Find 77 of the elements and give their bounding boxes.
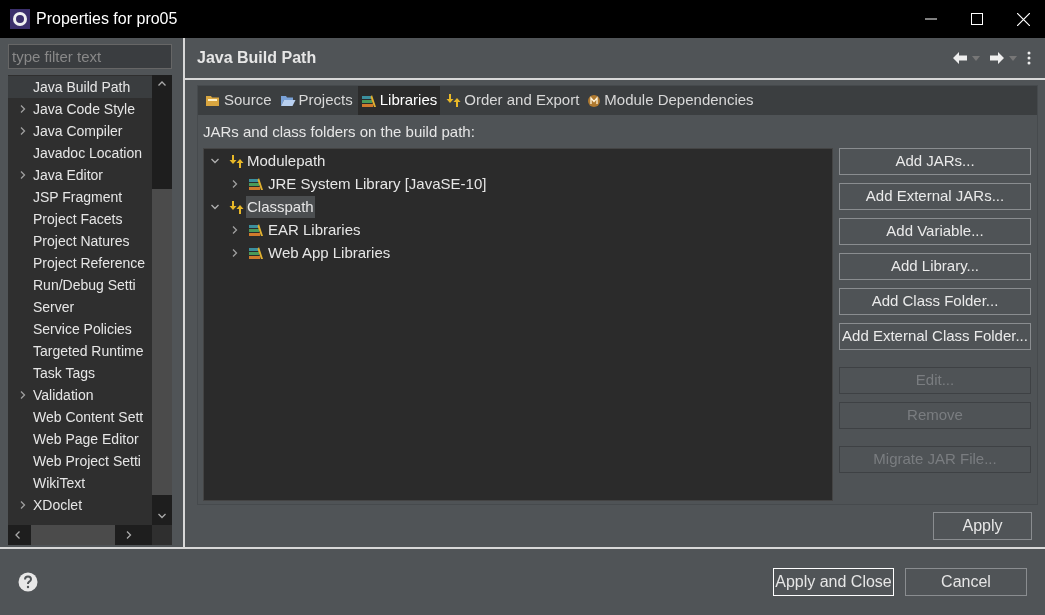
- tree-item[interactable]: Run/Debug Setti: [8, 274, 152, 296]
- open-folder-icon: [279, 94, 296, 107]
- tree-item[interactable]: EAR Libraries: [267, 218, 362, 242]
- tab[interactable]: Libraries: [357, 86, 441, 115]
- tree-caption: JARs and class folders on the build path:: [203, 122, 476, 142]
- expand-icon[interactable]: [230, 248, 240, 258]
- tree-item[interactable]: Project Natures: [8, 230, 152, 252]
- scroll-right-icon[interactable]: [124, 530, 134, 540]
- horizontal-scrollbar[interactable]: [8, 525, 152, 545]
- books-icon: [360, 93, 377, 108]
- action-button[interactable]: Add External JARs...: [839, 182, 1031, 210]
- back-icon[interactable]: [953, 52, 967, 64]
- folder-icon: [205, 94, 221, 107]
- collapse-icon[interactable]: [210, 202, 220, 212]
- action-button[interactable]: Add External Class Folder...: [839, 322, 1031, 350]
- tree-item[interactable]: Modulepath: [246, 149, 327, 173]
- collapse-icon[interactable]: [210, 156, 220, 166]
- dialog-button[interactable]: Cancel: [905, 568, 1027, 596]
- tree-item[interactable]: JSP Fragment: [8, 186, 152, 208]
- expand-icon[interactable]: [18, 390, 28, 400]
- tree-item[interactable]: Validation: [8, 384, 152, 406]
- tree-item[interactable]: XDoclet: [8, 494, 152, 516]
- tree-item[interactable]: WikiText: [8, 472, 152, 494]
- close-icon[interactable]: [1017, 12, 1030, 26]
- module-icon: [587, 93, 602, 108]
- up-down-arrows-icon: [445, 93, 462, 108]
- page-title: Java Build Path: [197, 48, 317, 68]
- action-button[interactable]: Add Library...: [839, 252, 1031, 280]
- up-down-arrows-icon: [228, 153, 244, 169]
- maximize-icon[interactable]: [971, 13, 983, 25]
- action-button[interactable]: Add JARs...: [839, 147, 1031, 175]
- tab[interactable]: Order and Export: [442, 86, 583, 115]
- expand-icon[interactable]: [18, 104, 28, 114]
- scroll-down-icon[interactable]: [157, 511, 167, 521]
- expand-icon[interactable]: [230, 179, 240, 189]
- scroll-thumb[interactable]: [152, 189, 172, 495]
- tab[interactable]: Projects: [276, 86, 356, 115]
- books-icon: [248, 223, 264, 237]
- expand-icon[interactable]: [18, 126, 28, 136]
- vertical-scrollbar[interactable]: [152, 75, 172, 525]
- filter-field[interactable]: type filter text: [8, 44, 172, 69]
- help-icon[interactable]: [18, 572, 38, 592]
- tree-item[interactable]: Project Facets: [8, 208, 152, 230]
- expand-icon[interactable]: [18, 500, 28, 510]
- tree-item[interactable]: JRE System Library [JavaSE-10]: [267, 172, 488, 196]
- tree-item[interactable]: Web Page Editor: [8, 428, 152, 450]
- app-icon: [10, 9, 30, 29]
- forward-icon[interactable]: [990, 52, 1004, 64]
- action-button[interactable]: Add Class Folder...: [839, 287, 1031, 315]
- expand-icon[interactable]: [18, 170, 28, 180]
- tree-item[interactable]: Service Policies: [8, 318, 152, 340]
- up-down-arrows-icon: [228, 199, 244, 215]
- more-icon[interactable]: [1027, 51, 1031, 65]
- window-title: Properties for pro05: [36, 9, 178, 29]
- tree-item[interactable]: Java Editor: [8, 164, 152, 186]
- tree-item[interactable]: Web Content Sett: [8, 406, 152, 428]
- tab[interactable]: Source: [202, 86, 275, 115]
- tree-item[interactable]: Task Tags: [8, 362, 152, 384]
- scroll-thumb[interactable]: [31, 525, 115, 545]
- tab[interactable]: Module Dependencies: [584, 86, 757, 115]
- tree-item[interactable]: Targeted Runtime: [8, 340, 152, 362]
- tree-item[interactable]: Project Reference: [8, 252, 152, 274]
- tree-item[interactable]: Java Build Path: [8, 76, 152, 98]
- apply-button[interactable]: Apply: [933, 512, 1032, 540]
- tree-item[interactable]: Web App Libraries: [267, 241, 392, 265]
- tree-item[interactable]: Java Compiler: [8, 120, 152, 142]
- books-icon: [248, 177, 264, 191]
- scroll-left-icon[interactable]: [13, 530, 23, 540]
- books-icon: [248, 246, 264, 260]
- action-button[interactable]: Add Variable...: [839, 217, 1031, 245]
- tree-item[interactable]: Server: [8, 296, 152, 318]
- tree-item[interactable]: Classpath: [246, 195, 315, 219]
- dialog-button[interactable]: Apply and Close: [773, 568, 894, 596]
- tree-item[interactable]: Web Project Setti: [8, 450, 152, 472]
- tree-item[interactable]: Javadoc Location: [8, 142, 152, 164]
- expand-icon[interactable]: [230, 225, 240, 235]
- tree-item[interactable]: Java Code Style: [8, 98, 152, 120]
